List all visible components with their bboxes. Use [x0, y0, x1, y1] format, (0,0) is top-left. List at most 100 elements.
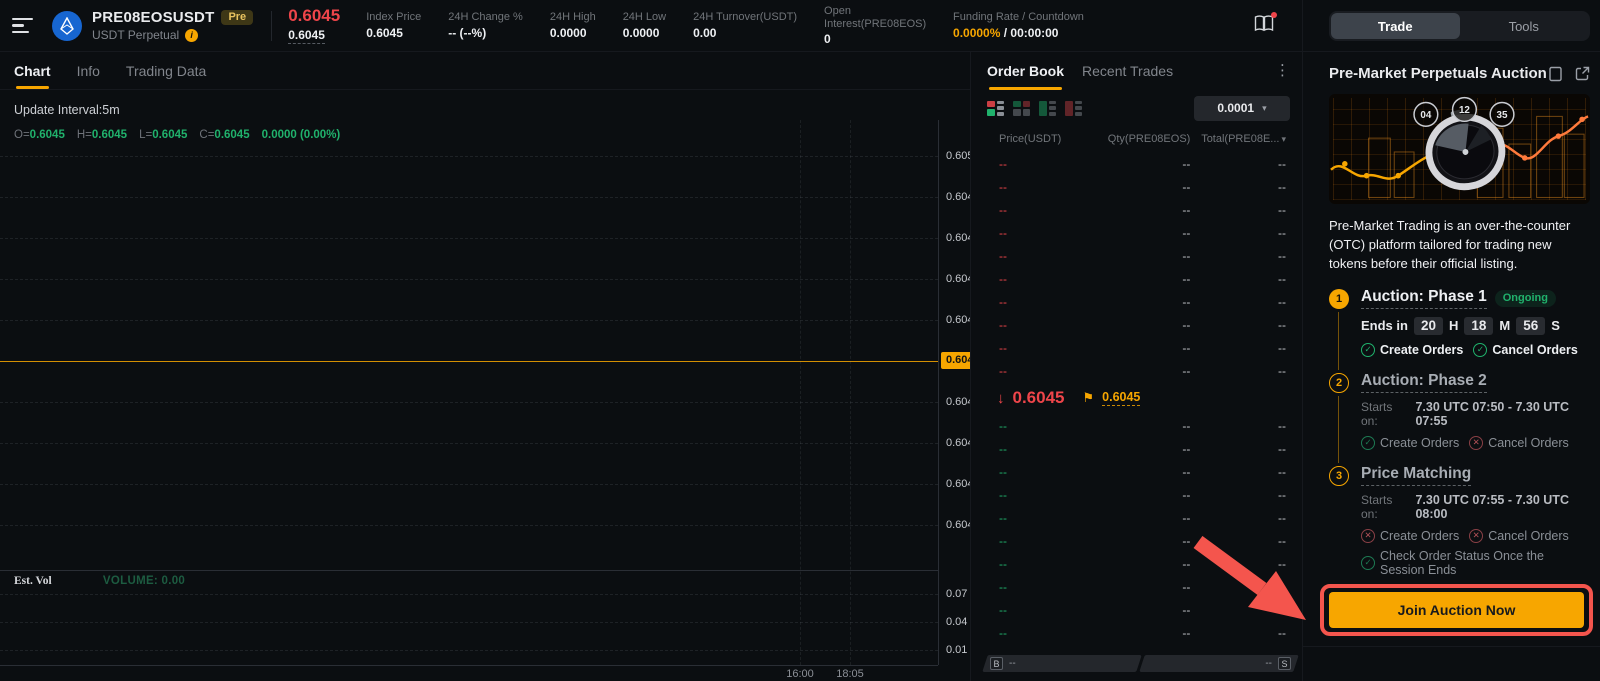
permission-label: Create Orders [1380, 529, 1459, 543]
mark-price[interactable]: 0.6045 [288, 28, 325, 44]
stat-value: 0.0000 [550, 26, 596, 40]
bid-total: -- [1278, 557, 1286, 571]
phase-schedule: Starts on:7.30 UTC 07:55 - 7.30 UTC 08:0… [1361, 493, 1590, 521]
bid-qty: -- [1182, 557, 1190, 571]
orderbook-panel: Order Book Recent Trades ⋮ [970, 52, 1302, 681]
info-icon[interactable]: i [185, 29, 198, 42]
ask-row[interactable]: ------ [971, 152, 1302, 175]
status-badge: Ongoing [1495, 290, 1556, 307]
ask-row[interactable]: ------ [971, 359, 1302, 382]
tab-trade[interactable]: Trade [1331, 13, 1460, 39]
ask-total: -- [1278, 249, 1286, 263]
countdown-seconds: 56 [1516, 317, 1545, 335]
ask-row[interactable]: ------ [971, 336, 1302, 359]
buy-sell-ratio-bar: B -- -- S [985, 655, 1296, 672]
bid-row[interactable]: ------ [971, 575, 1302, 598]
orderbook-view-both-icon[interactable] [987, 101, 1004, 116]
bid-row[interactable]: ------ [971, 598, 1302, 621]
current-price-label: 0.6045 [941, 352, 970, 369]
pre-badge: Pre [221, 10, 253, 25]
tab-order-book[interactable]: Order Book [987, 52, 1064, 90]
phase-permissions: ✓Create Orders✕Cancel Orders [1361, 436, 1590, 450]
stat-label: 24H Change % [448, 11, 523, 23]
ask-total: -- [1278, 272, 1286, 286]
price-axis-label: 0.6050 [946, 150, 970, 162]
orderbook-more-icon[interactable]: ⋮ [1275, 61, 1290, 79]
bid-row[interactable]: ------ [971, 621, 1302, 644]
tab-chart[interactable]: Chart [14, 52, 51, 89]
est-vol-label: Est. Vol [14, 575, 52, 587]
auction-phases: 1Auction: Phase 1OngoingEnds in20H18M56S… [1329, 288, 1590, 577]
bid-row[interactable]: ------ [971, 506, 1302, 529]
bid-total: -- [1278, 419, 1286, 433]
bid-row[interactable]: ------ [971, 460, 1302, 483]
countdown-hours-unit: H [1449, 318, 1458, 333]
bid-qty: -- [1182, 534, 1190, 548]
bid-row[interactable]: ------ [971, 483, 1302, 506]
countdown-minutes-unit: M [1499, 318, 1510, 333]
tab-info[interactable]: Info [77, 52, 100, 89]
ask-row[interactable]: ------ [971, 175, 1302, 198]
bid-row[interactable]: ------ [971, 414, 1302, 437]
ask-row[interactable]: ------ [971, 198, 1302, 221]
orderbook-view-asks-icon[interactable] [1065, 101, 1082, 116]
permission-item: ✓Cancel Orders [1473, 343, 1577, 357]
hamburger-menu-icon[interactable] [12, 16, 38, 36]
symbol-block[interactable]: PRE08EOSUSDT Pre USDT Perpetual i [92, 9, 253, 42]
join-auction-button[interactable]: Join Auction Now [1329, 592, 1584, 628]
permission-label: Create Orders [1380, 343, 1463, 357]
ask-row[interactable]: ------ [971, 313, 1302, 336]
price-axis-label: 0.6047 [946, 273, 970, 285]
bids-list: ----------------------------------------… [971, 414, 1302, 650]
orderbook-view-bids-icon[interactable] [1039, 101, 1056, 116]
ask-total: -- [1278, 203, 1286, 217]
phase-2: 2Auction: Phase 2Starts on:7.30 UTC 07:5… [1329, 372, 1590, 450]
mid-price[interactable]: 0.6045 [1013, 388, 1065, 408]
schedule-value: 7.30 UTC 07:55 - 7.30 UTC 08:00 [1415, 493, 1590, 521]
chart-canvas[interactable]: Update Interval:5m O=0.6045H=0.6045L=0.6… [0, 90, 970, 681]
check-circle-icon: ✓ [1361, 343, 1375, 357]
ask-row[interactable]: ------ [971, 244, 1302, 267]
column-header[interactable]: Total(PRE08E...▾ [1201, 133, 1286, 145]
ask-total: -- [1278, 318, 1286, 332]
panel-title: Pre-Market Perpetuals Auction [1329, 65, 1547, 82]
bid-price: -- [999, 465, 1095, 479]
phase-1: 1Auction: Phase 1OngoingEnds in20H18M56S… [1329, 288, 1590, 357]
gridline [0, 156, 938, 157]
permission-item: ✕Create Orders [1361, 529, 1459, 543]
price-axis-label: 0.6041 [946, 519, 970, 531]
permission-label: Cancel Orders [1488, 529, 1569, 543]
bid-price: -- [999, 419, 1095, 433]
price-axis-label: 0.6048 [946, 232, 970, 244]
tab-recent-trades[interactable]: Recent Trades [1082, 52, 1173, 90]
ask-row[interactable]: ------ [971, 290, 1302, 313]
update-interval-label: Update Interval:5m [14, 103, 120, 117]
topbar-stat: 24H Turnover(USDT)0.00 [693, 11, 797, 40]
ask-total: -- [1278, 226, 1286, 240]
stat-label: Funding Rate / Countdown [953, 11, 1084, 23]
ask-total: -- [1278, 295, 1286, 309]
bid-row[interactable]: ------ [971, 529, 1302, 552]
tab-tools[interactable]: Tools [1460, 13, 1589, 39]
tick-size-select[interactable]: 0.0001 ▾ [1194, 96, 1290, 121]
guide-book-icon[interactable] [1254, 15, 1274, 37]
bid-row[interactable]: ------ [971, 437, 1302, 460]
mark-price-link[interactable]: 0.6045 [1102, 390, 1140, 406]
orderbook-view-depth-icon[interactable] [1013, 101, 1030, 116]
stat-label: Index Price [366, 11, 421, 23]
ask-qty: -- [1182, 226, 1190, 240]
volume-legend: Est. Vol VOLUME: 0.00 [14, 575, 185, 587]
phase-title: Auction: Phase 1 [1361, 288, 1487, 309]
orderbook-controls: 0.0001 ▾ [971, 90, 1302, 126]
rules-document-icon[interactable] [1548, 66, 1563, 82]
gridline [0, 320, 938, 321]
tab-trading-data[interactable]: Trading Data [126, 52, 206, 89]
ask-row[interactable]: ------ [971, 267, 1302, 290]
bid-qty: -- [1182, 580, 1190, 594]
asks-list: ----------------------------------------… [971, 152, 1302, 382]
volume-pane-divider[interactable] [0, 570, 938, 571]
bid-price: -- [999, 534, 1095, 548]
ask-row[interactable]: ------ [971, 221, 1302, 244]
external-link-icon[interactable] [1575, 66, 1590, 81]
bid-row[interactable]: ------ [971, 552, 1302, 575]
